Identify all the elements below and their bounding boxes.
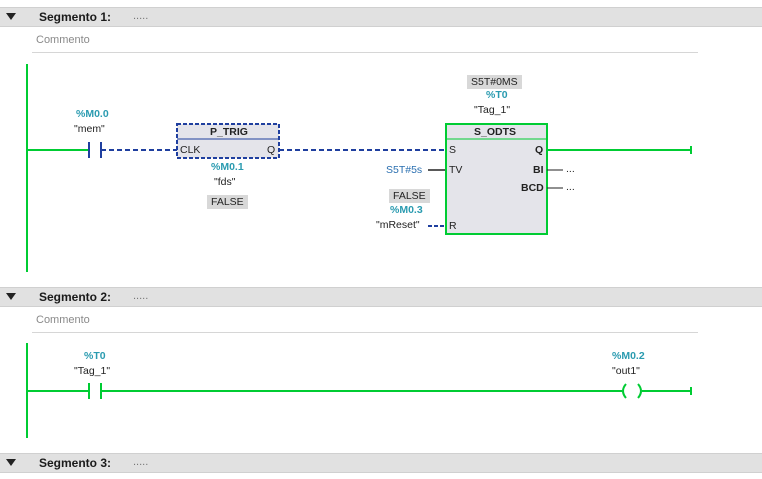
coil-right-arc — [637, 383, 642, 399]
contact-tag[interactable]: "Tag_1" — [74, 365, 110, 377]
coil-left-arc — [622, 383, 627, 399]
coil-tag[interactable]: "out1" — [612, 365, 640, 377]
p-trig-address[interactable]: %M0.1 — [211, 161, 244, 173]
timer-tv-pin: TV — [449, 164, 463, 176]
timer-reset-status: FALSE — [389, 189, 430, 203]
timer-reset-tag[interactable]: "mReset" — [376, 219, 420, 231]
p-trig-clk-pin: CLK — [180, 144, 201, 156]
timer-bi-output[interactable]: ... — [566, 163, 575, 175]
p-trig-q-pin: Q — [267, 144, 276, 156]
timer-reset-address[interactable]: %M0.3 — [390, 204, 423, 216]
p-trig-block-name[interactable]: P_TRIG — [210, 126, 248, 138]
timer-preset-value: S5T#0MS — [467, 75, 522, 89]
timer-bcd-output[interactable]: ... — [566, 181, 575, 193]
timer-address[interactable]: %T0 — [486, 89, 508, 101]
contact-tag[interactable]: "mem" — [74, 123, 105, 135]
timer-tag[interactable]: "Tag_1" — [474, 104, 510, 116]
timer-r-pin: R — [449, 220, 457, 232]
timer-block-name[interactable]: S_ODTS — [474, 126, 516, 138]
coil-address[interactable]: %M0.2 — [612, 350, 645, 362]
timer-block-frame — [445, 123, 548, 235]
p-trig-tag[interactable]: "fds" — [214, 176, 235, 188]
p-trig-status-value: FALSE — [207, 195, 248, 209]
timer-tv-value[interactable]: S5T#5s — [386, 164, 422, 176]
contact-address[interactable]: %T0 — [84, 350, 106, 362]
ladder-diagram — [26, 64, 692, 438]
contact-address[interactable]: %M0.0 — [76, 108, 109, 120]
timer-bcd-pin: BCD — [521, 182, 544, 194]
timer-q-pin: Q — [535, 144, 544, 156]
timer-s-pin: S — [449, 144, 457, 156]
timer-bi-pin: BI — [533, 164, 544, 176]
